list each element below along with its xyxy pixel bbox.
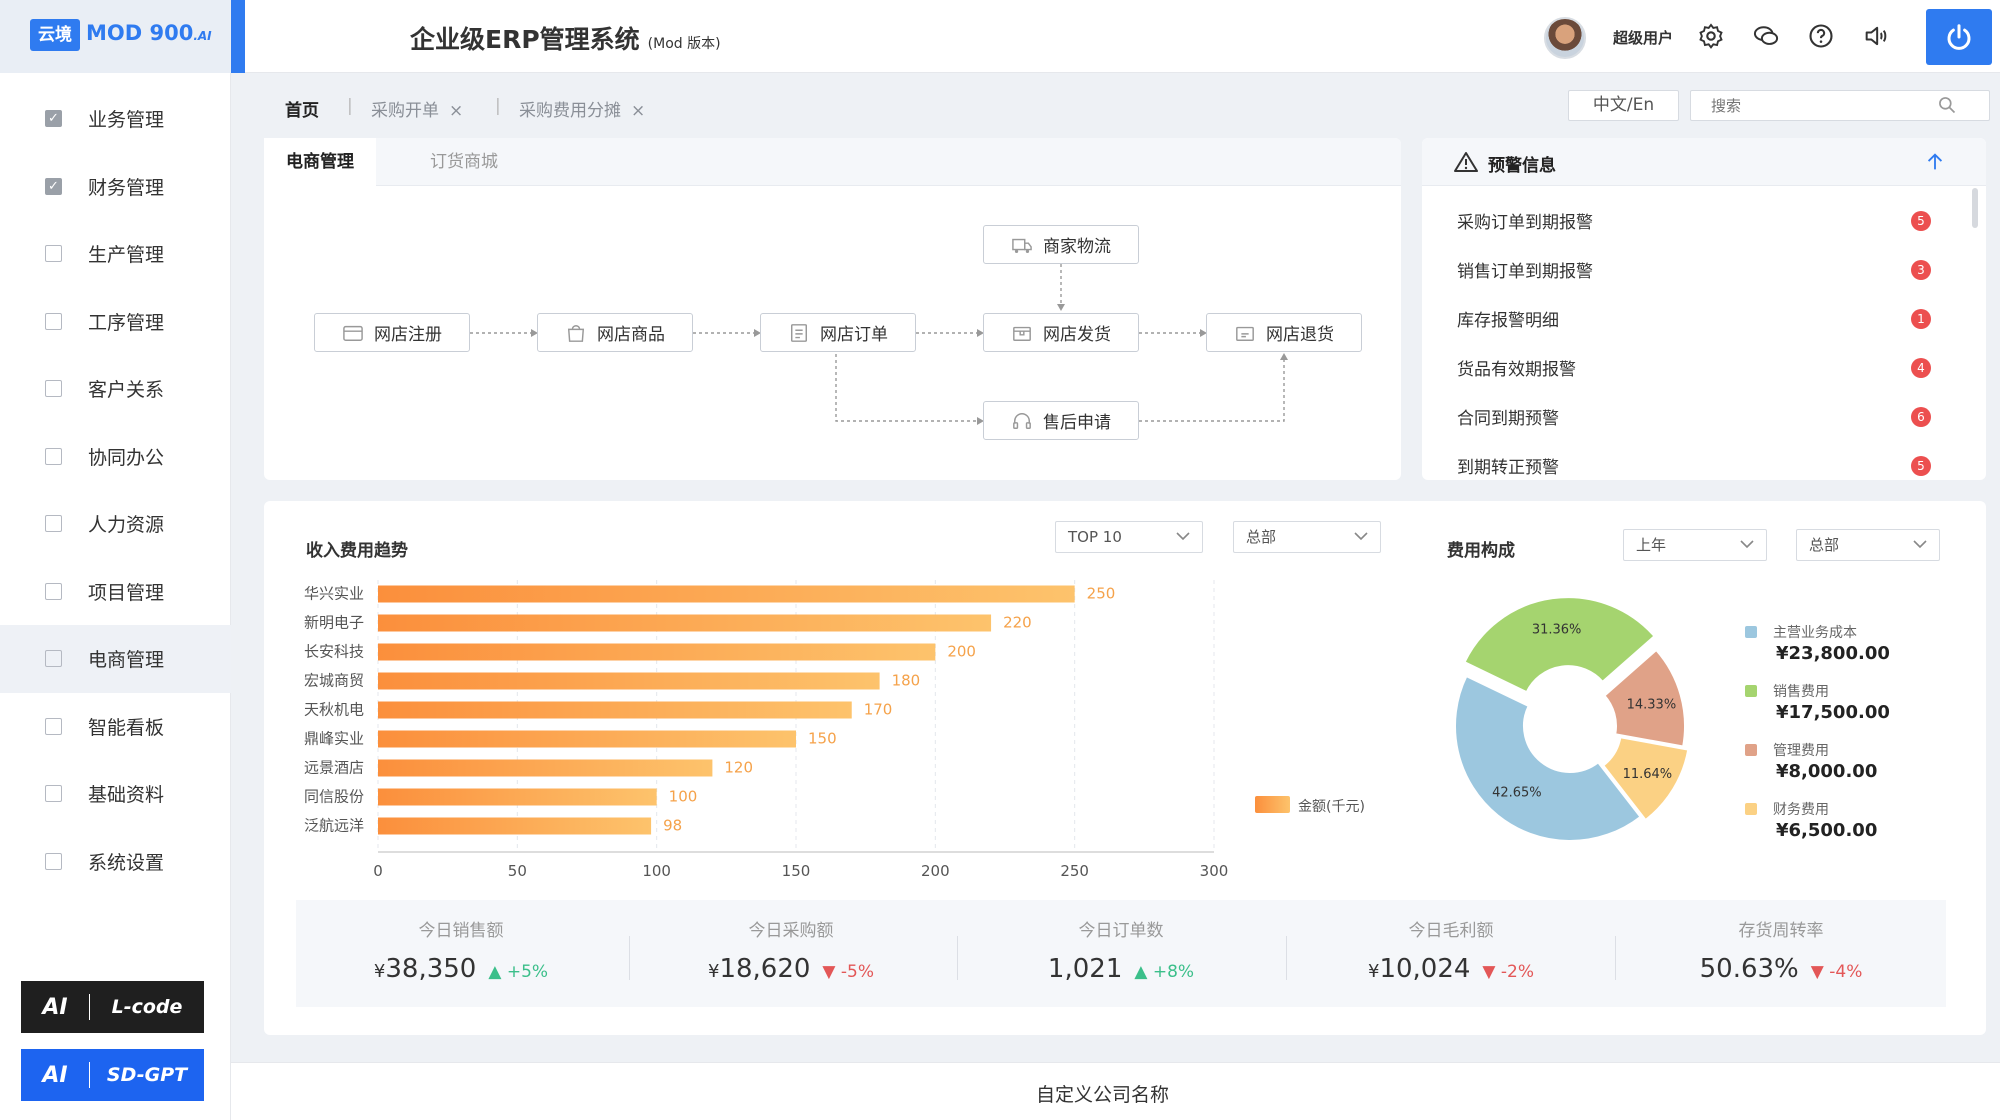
stat-purchase: 今日采购额 ¥18,620 ▼ -5% (707, 921, 875, 984)
pie-percent-label: 42.65% (1492, 786, 1542, 801)
company-name: 自定义公司名称 (1036, 1084, 1170, 1106)
pie-legend-item: 主营业务成本 (1745, 622, 1857, 642)
pie-legend-item: 销售费用 (1745, 681, 1829, 701)
triangle-up-icon: ▲ (1134, 962, 1148, 982)
pie-percent-label: 11.64% (1623, 767, 1673, 782)
pie-legend-value: ¥8,000.00 (1776, 761, 1878, 782)
stat-sales: 今日销售额 ¥38,350 ▲ +5% (373, 921, 549, 984)
footer: 自定义公司名称 (231, 1062, 2000, 1120)
triangle-down-icon: ▼ (1482, 962, 1496, 982)
triangle-down-icon: ▼ (1810, 962, 1824, 982)
pie-percent-label: 14.33% (1627, 697, 1677, 712)
legend-dot (1745, 803, 1757, 815)
legend-dot (1745, 744, 1757, 756)
triangle-down-icon: ▼ (822, 962, 836, 982)
legend-dot (1745, 626, 1757, 638)
pie-legend-item: 财务费用 (1745, 799, 1829, 819)
stat-turnover: 存货周转率 50.63% ▼ -4% (1699, 921, 1863, 984)
triangle-up-icon: ▲ (488, 962, 502, 982)
pie-percent-label: 31.36% (1532, 622, 1582, 637)
pie-legend-value: ¥17,500.00 (1776, 702, 1890, 723)
pie-legend-item: 管理费用 (1745, 740, 1829, 760)
daily-stats: 今日销售额 ¥38,350 ▲ +5% 今日采购额 ¥18,620 ▼ -5% 今日… (296, 900, 1946, 1007)
stat-orders: 今日订单数 1,021 ▲ +8% (1047, 921, 1195, 984)
stat-profit: 今日毛利额 ¥10,024 ▼ -2% (1367, 921, 1535, 984)
pie-legend-value: ¥6,500.00 (1776, 820, 1878, 841)
pie-legend-value: ¥23,800.00 (1776, 643, 1890, 664)
legend-dot (1745, 685, 1757, 697)
